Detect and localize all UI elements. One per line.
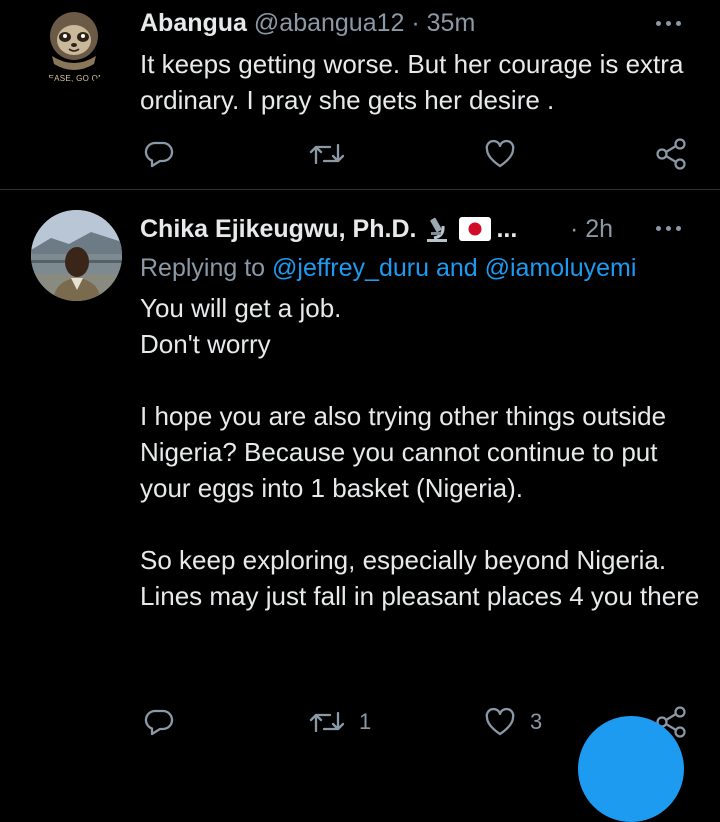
- more-options-button[interactable]: [656, 18, 686, 28]
- tweet-text: It keeps getting worse. But her courage …: [140, 49, 691, 115]
- retweet-icon: [309, 143, 345, 165]
- more-options-button[interactable]: [656, 223, 686, 233]
- author-line: Chika Ejikeugwu, Ph.D. ...: [140, 214, 517, 244]
- author-name[interactable]: Chika Ejikeugwu, Ph.D.: [140, 215, 416, 244]
- retweet-button[interactable]: 1: [309, 708, 371, 736]
- tweet-text: You will get a job. Don't worry I hope y…: [140, 293, 700, 611]
- reply-mention-iamoluyemi[interactable]: @iamoluyemi: [485, 254, 637, 282]
- author-handle[interactable]: @abangua12: [254, 9, 405, 37]
- tweet-chika[interactable]: Chika Ejikeugwu, Ph.D. ... · 2h Replying…: [0, 190, 720, 757]
- author-name[interactable]: Abangua: [140, 9, 247, 37]
- time-separator: ·: [570, 215, 579, 243]
- heart-icon: [485, 139, 515, 168]
- reply-button[interactable]: [144, 140, 174, 168]
- reply-button[interactable]: [144, 708, 174, 736]
- author-name-truncated: ...: [496, 214, 518, 243]
- reply-mention-jeffrey[interactable]: @jeffrey_duru: [272, 254, 429, 282]
- compose-fab[interactable]: [578, 716, 684, 822]
- like-button[interactable]: 3: [484, 707, 542, 737]
- reply-icon: [144, 709, 174, 736]
- author-line: Abangua @abangua12 · 35m: [140, 9, 475, 38]
- heart-icon: [485, 707, 515, 736]
- tweet-time[interactable]: 35m: [427, 9, 476, 37]
- profile-photo: [31, 210, 122, 301]
- tweet-abangua[interactable]: LEASE, GO ON Abangua @abangua12 · 35m It…: [0, 0, 720, 190]
- retweet-button[interactable]: [309, 140, 345, 168]
- avatar-chika[interactable]: [31, 210, 122, 301]
- tweet-time[interactable]: 2h: [585, 215, 613, 243]
- replying-to-label: Replying to: [140, 254, 266, 282]
- like-button[interactable]: [484, 139, 516, 169]
- share-icon: [656, 138, 686, 170]
- reply-icon: [144, 141, 174, 168]
- retweet-icon: [309, 711, 345, 733]
- time-separator: ·: [411, 9, 420, 37]
- avatar-caption: LEASE, GO ON: [43, 74, 105, 83]
- retweet-count: 1: [359, 709, 372, 734]
- like-count: 3: [530, 709, 543, 734]
- replying-to-line: Replying to @jeffrey_duru and @iamoluyem…: [140, 254, 636, 283]
- microscope-icon: [427, 217, 448, 242]
- share-button[interactable]: [655, 138, 689, 170]
- reply-and[interactable]: and: [436, 254, 478, 282]
- avatar-abangua[interactable]: LEASE, GO ON: [34, 6, 114, 86]
- tweet-time-wrap: · 2h: [570, 215, 613, 244]
- japan-flag-icon: [459, 217, 492, 241]
